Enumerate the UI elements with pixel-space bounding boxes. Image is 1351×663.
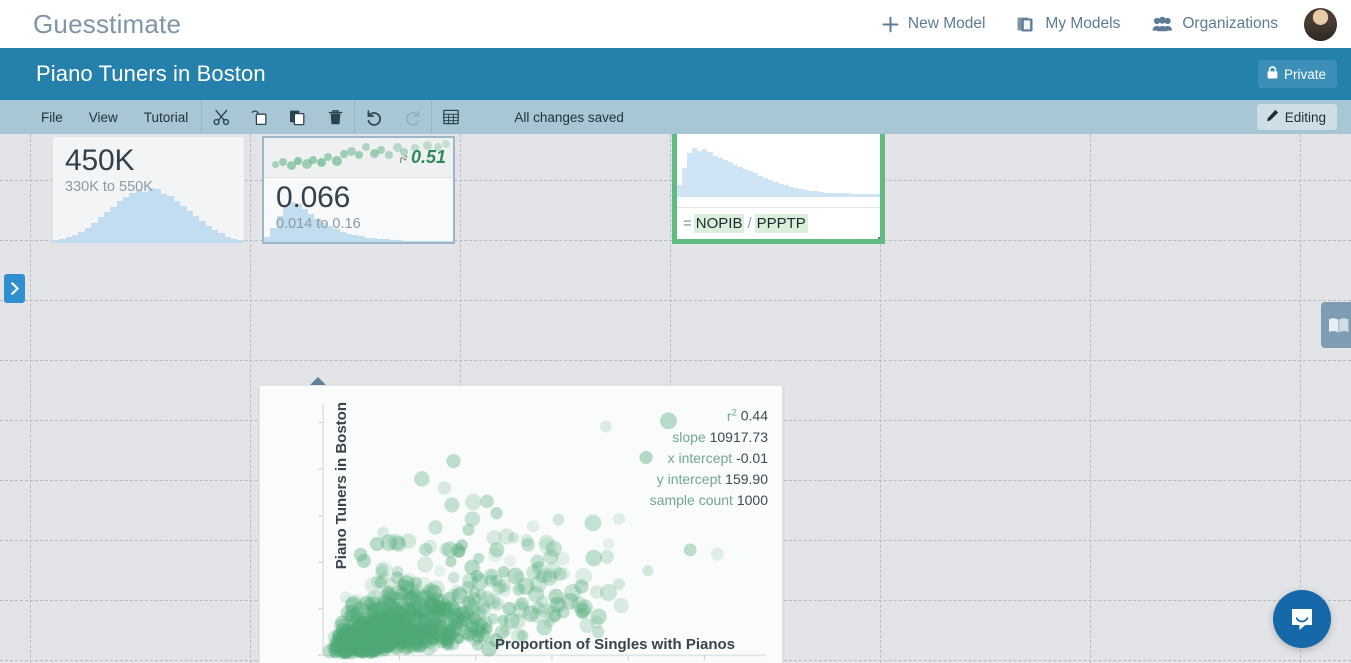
toolbar-menus: File View Tutorial	[0, 100, 201, 134]
avatar[interactable]	[1304, 7, 1337, 41]
privacy-label: Private	[1283, 66, 1326, 82]
copy-icon[interactable]	[240, 100, 278, 134]
nav-organizations[interactable]: Organizations	[1136, 15, 1294, 33]
node-range: 330K to 550K	[65, 179, 153, 196]
page-title[interactable]: Piano Tuners in Boston	[36, 61, 266, 87]
books-icon	[1017, 16, 1036, 33]
paste-icon[interactable]	[278, 100, 316, 134]
trash-icon[interactable]	[316, 100, 354, 134]
redo-icon[interactable]	[393, 100, 431, 134]
people-icon	[1152, 16, 1173, 32]
y-axis-label: Piano Tuners in Boston	[333, 402, 350, 570]
node-inner: 190 to 2.6K = NOPIB / P	[677, 134, 880, 239]
plus-icon	[882, 16, 899, 33]
book-icon	[1329, 317, 1349, 332]
model-canvas[interactable]: 450K 330K to 550K r² 0.51 0.066 0.014 to…	[0, 134, 1351, 663]
node-range: 0.014 to 0.16	[276, 216, 361, 233]
node-body: 0.066 0.014 to 0.16	[264, 178, 453, 232]
chat-launcher-button[interactable]	[1273, 590, 1331, 648]
metric-node-population[interactable]: 450K 330K to 550K	[52, 136, 245, 244]
node-resize-handle[interactable]	[878, 237, 880, 239]
model-title-bar: Piano Tuners in Boston Private	[0, 48, 1351, 100]
x-axis-label: Proportion of Singles with Pianos	[495, 636, 736, 653]
guide-panel-button[interactable]	[1321, 302, 1351, 348]
formula-token-denominator: PPPTP	[754, 214, 808, 233]
table-icon[interactable]	[432, 100, 470, 134]
node-body: 450K 330K to 550K	[53, 137, 244, 195]
menu-view[interactable]: View	[76, 100, 131, 134]
node-histogram	[677, 141, 880, 197]
top-navigation-bar: Guesstimate New Model My Models Organiza…	[0, 0, 1351, 48]
nav-my-models[interactable]: My Models	[1001, 15, 1136, 33]
sensitivity-r2: r² 0.51	[400, 147, 446, 168]
sidebar-toggle-button[interactable]	[4, 274, 25, 303]
node-sensitivity-chart: r² 0.51	[264, 138, 453, 178]
toolbar-clipboard-group	[202, 100, 354, 134]
node-value: 450K	[65, 144, 135, 177]
chevron-right-icon	[10, 282, 19, 295]
cut-icon[interactable]	[202, 100, 240, 134]
nav-new-model-label: New Model	[907, 15, 986, 32]
menu-tutorial[interactable]: Tutorial	[131, 100, 202, 134]
nav-new-model[interactable]: New Model	[866, 15, 1002, 33]
node-formula[interactable]: = NOPIB / PPPTP	[677, 207, 880, 239]
editing-label: Editing	[1284, 109, 1326, 125]
undo-icon[interactable]	[355, 100, 393, 134]
brand-logo[interactable]: Guesstimate	[33, 9, 181, 40]
lock-icon	[1267, 66, 1278, 82]
r2-value: 0.51	[410, 147, 446, 167]
chat-bubble-icon	[1292, 609, 1312, 630]
r2-label: r²	[399, 154, 407, 166]
top-nav-links: New Model My Models Organizations	[866, 7, 1351, 41]
menu-file[interactable]: File	[28, 100, 76, 134]
formula-equals: =	[683, 215, 692, 232]
toolbar-history-group	[355, 100, 431, 134]
save-status: All changes saved	[514, 109, 624, 125]
formula-operator: /	[747, 215, 752, 232]
pencil-icon	[1266, 109, 1279, 125]
privacy-toggle-button[interactable]: Private	[1257, 60, 1337, 88]
editor-toolbar: File View Tutorial All changes saved Edi…	[0, 100, 1351, 134]
metric-node-piano-tuners[interactable]: 190 to 2.6K = NOPIB / P	[672, 134, 885, 244]
app-root: Guesstimate New Model My Models Organiza…	[0, 0, 1351, 663]
nav-organizations-label: Organizations	[1182, 15, 1278, 32]
nav-my-models-label: My Models	[1045, 15, 1121, 32]
node-value: 0.066	[276, 181, 351, 214]
formula-token-numerator: NOPIB	[693, 214, 745, 233]
editing-mode-button[interactable]: Editing	[1256, 104, 1337, 130]
toolbar-table-group	[432, 100, 470, 134]
metric-node-proportion[interactable]: r² 0.51 0.066 0.014 to 0.16	[262, 136, 455, 244]
